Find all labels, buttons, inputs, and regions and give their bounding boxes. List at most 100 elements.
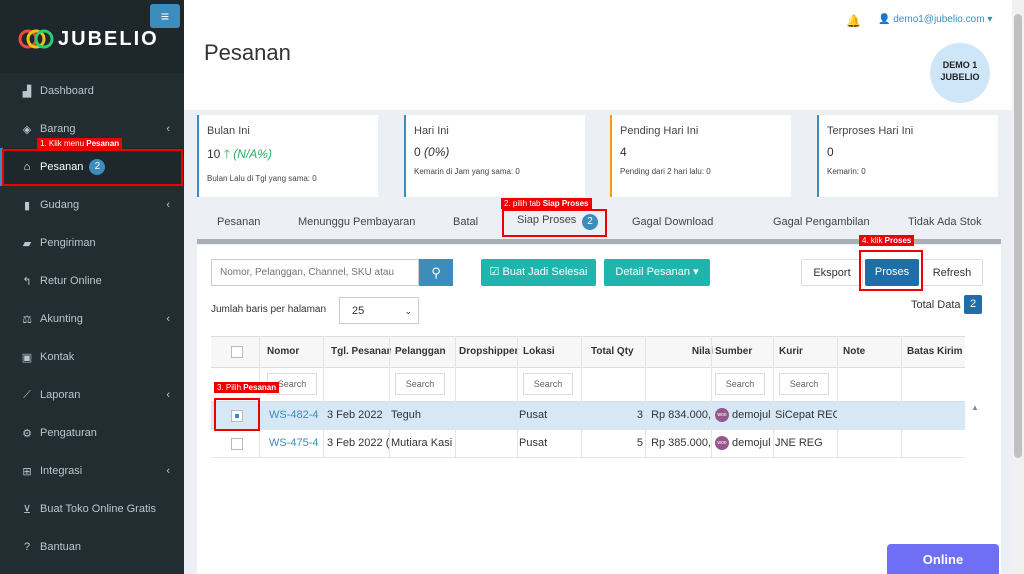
row-checkbox[interactable] bbox=[231, 438, 243, 450]
online-chat-button[interactable]: Online bbox=[887, 544, 999, 574]
sidebar-item-label: Gudang bbox=[40, 199, 80, 211]
column-header-pelanggan[interactable]: Pelanggan bbox=[395, 346, 455, 357]
orders-panel: ⚲ ☑ Buat Jadi Selesai Detail Pesanan ▾ E… bbox=[197, 245, 1001, 574]
sitemap-icon: ⊞ bbox=[22, 465, 32, 478]
cogs-icon: ⚙ bbox=[22, 427, 32, 440]
courier: JNE REG bbox=[775, 437, 823, 449]
table-row[interactable]: WS-482-4 3 Feb 2022 Teguh Pusat 3 Rp 834… bbox=[211, 402, 965, 430]
detail-pesanan-button[interactable]: Detail Pesanan ▾ bbox=[604, 259, 710, 286]
column-header-tgl-pesanan[interactable]: Tgl. Pesanan bbox=[331, 346, 391, 357]
column-header-kurir[interactable]: Kurir bbox=[779, 346, 839, 357]
stat-bulan-ini: Bulan Ini 10 🡑 (N/A%) Bulan Lalu di Tgl … bbox=[197, 115, 378, 197]
page-header: Pesanan 🔔 👤 demo1@jubelio.com ▾ DEMO 1 J… bbox=[184, 0, 1014, 110]
tab-gagal-download[interactable]: Gagal Download bbox=[632, 216, 713, 228]
table-filter-row: Search Search Search Search Search bbox=[211, 368, 965, 402]
refresh-button[interactable]: Refresh bbox=[921, 259, 983, 286]
annotation-highlight-pesanan bbox=[2, 149, 183, 186]
sidebar-item-label: Pengiriman bbox=[40, 237, 96, 249]
stat-hari-ini: Hari Ini 0 (0%) Kemarin di Jam yang sama… bbox=[404, 115, 585, 197]
tab-tidak-ada-stok[interactable]: Tidak Ada Stok bbox=[908, 216, 982, 228]
total-data-badge: 2 bbox=[964, 295, 982, 314]
avatar[interactable]: DEMO 1 JUBELIO bbox=[930, 43, 990, 103]
building-icon: ▮ bbox=[23, 199, 31, 212]
avatar-line2: JUBELIO bbox=[940, 72, 980, 82]
stat-value: 0 (0%) bbox=[414, 145, 450, 159]
tab-menunggu-pembayaran[interactable]: Menunggu Pembayaran bbox=[298, 216, 415, 228]
sidebar-item-bantuan[interactable]: ? Bantuan bbox=[0, 528, 184, 566]
column-header-note[interactable]: Note bbox=[843, 346, 903, 357]
sidebar-item-buat-toko[interactable]: ⊻ Buat Toko Online Gratis bbox=[0, 490, 184, 528]
arrow-up-icon: 🡑 bbox=[223, 147, 230, 161]
order-date: 3 Feb 2022 bbox=[327, 409, 383, 421]
jubelio-logo-icon bbox=[18, 29, 54, 49]
column-header-nilai[interactable]: Nilai bbox=[651, 346, 713, 357]
bell-icon[interactable]: 🔔 bbox=[846, 14, 861, 28]
chevron-left-icon: ‹ bbox=[166, 199, 170, 211]
order-date: 3 Feb 2022 ( bbox=[327, 437, 390, 449]
order-value: Rp 385.000, bbox=[651, 437, 711, 449]
page-scrollbar[interactable] bbox=[1012, 0, 1024, 574]
source: woo demojul bbox=[715, 408, 777, 422]
sidebar-item-label: Laporan bbox=[40, 389, 81, 401]
sidebar-item-pengiriman[interactable]: ▰ Pengiriman bbox=[0, 224, 184, 262]
filter-kurir[interactable]: Search bbox=[779, 373, 829, 395]
stat-terproses-hari-ini: Terproses Hari Ini 0 Kemarin: 0 bbox=[817, 115, 998, 197]
column-header-dropshipper[interactable]: Dropshipper bbox=[459, 346, 519, 357]
scrollbar-thumb[interactable] bbox=[1014, 14, 1022, 458]
tab-batal[interactable]: Batal bbox=[453, 216, 478, 228]
avatar-line1: DEMO 1 bbox=[942, 60, 978, 70]
line-chart-icon: ⟋ bbox=[23, 388, 31, 401]
user-icon: 👤 bbox=[878, 14, 891, 25]
sidebar-item-integrasi[interactable]: ⊞ Integrasi ‹ bbox=[0, 452, 184, 490]
sidebar-toggle-button[interactable]: ≡ bbox=[150, 4, 180, 28]
sidebar-item-label: Dashboard bbox=[40, 85, 94, 97]
annotation-step-4: 4. klik Proses bbox=[859, 235, 915, 246]
column-header-batas-kirim[interactable]: Batas Kirim bbox=[907, 346, 965, 357]
order-number-link[interactable]: WS-475-4 bbox=[269, 437, 327, 449]
rows-per-page-select[interactable]: 25 ⌄ bbox=[339, 297, 419, 324]
sidebar-item-dashboard[interactable]: ▟ Dashboard bbox=[0, 72, 184, 110]
search-input[interactable] bbox=[211, 259, 419, 286]
sidebar-item-akunting[interactable]: ⚖ Akunting ‹ bbox=[0, 300, 184, 338]
table-scroll-up-icon[interactable]: ▲ bbox=[971, 403, 979, 412]
sidebar-item-pengaturan[interactable]: ⚙ Pengaturan bbox=[0, 414, 184, 452]
order-number-link[interactable]: WS-482-4 bbox=[269, 409, 327, 421]
column-divider bbox=[773, 336, 774, 458]
customer-name: Mutiara Kasi bbox=[391, 437, 453, 449]
buat-jadi-selesai-button[interactable]: ☑ Buat Jadi Selesai bbox=[481, 259, 596, 286]
sidebar-item-label: Barang bbox=[40, 123, 76, 135]
column-header-sumber[interactable]: Sumber bbox=[715, 346, 775, 357]
annotation-step-3: 3. Pilih Pesanan bbox=[214, 382, 280, 393]
column-divider bbox=[837, 336, 838, 458]
chevron-left-icon: ‹ bbox=[166, 123, 170, 135]
search-button[interactable]: ⚲ bbox=[419, 259, 453, 286]
column-header-lokasi[interactable]: Lokasi bbox=[523, 346, 583, 357]
eksport-button[interactable]: Eksport bbox=[801, 259, 863, 286]
courier: SiCepat REG bbox=[775, 409, 837, 421]
brand-header: JUBELIO ≡ bbox=[0, 0, 184, 73]
sidebar-item-gudang[interactable]: ▮ Gudang ‹ bbox=[0, 186, 184, 224]
chevron-down-icon: ⌄ bbox=[404, 306, 412, 316]
button-label: Detail Pesanan bbox=[615, 266, 690, 278]
select-all-checkbox[interactable] bbox=[231, 346, 243, 358]
filter-pelanggan[interactable]: Search bbox=[395, 373, 445, 395]
user-menu[interactable]: 👤 demo1@jubelio.com ▾ bbox=[878, 14, 992, 25]
tab-pesanan[interactable]: Pesanan bbox=[217, 216, 260, 228]
table-row[interactable]: WS-475-4 3 Feb 2022 ( Mutiara Kasi Pusat… bbox=[211, 430, 965, 458]
annotation-step-1: 1. Klik menu Pesanan bbox=[37, 138, 123, 149]
chevron-left-icon: ‹ bbox=[166, 313, 170, 325]
filter-lokasi[interactable]: Search bbox=[523, 373, 573, 395]
filter-sumber[interactable]: Search bbox=[715, 373, 765, 395]
tab-gagal-pengambilan[interactable]: Gagal Pengambilan bbox=[773, 216, 870, 228]
column-header-total-qty[interactable]: Total Qty bbox=[591, 346, 647, 357]
sidebar-item-label: Bantuan bbox=[40, 541, 81, 553]
sidebar-item-laporan[interactable]: ⟋ Laporan ‹ bbox=[0, 376, 184, 414]
total-qty: 3 bbox=[636, 409, 643, 421]
total-qty: 5 bbox=[636, 437, 643, 449]
sidebar-item-retur-online[interactable]: ↰ Retur Online bbox=[0, 262, 184, 300]
cart-icon: ⊻ bbox=[22, 503, 32, 516]
column-header-nomor[interactable]: Nomor bbox=[267, 346, 327, 357]
sidebar-item-kontak[interactable]: ▣ Kontak bbox=[0, 338, 184, 376]
rows-per-page-value: 25 bbox=[352, 305, 365, 317]
order-value: Rp 834.000, bbox=[651, 409, 711, 421]
